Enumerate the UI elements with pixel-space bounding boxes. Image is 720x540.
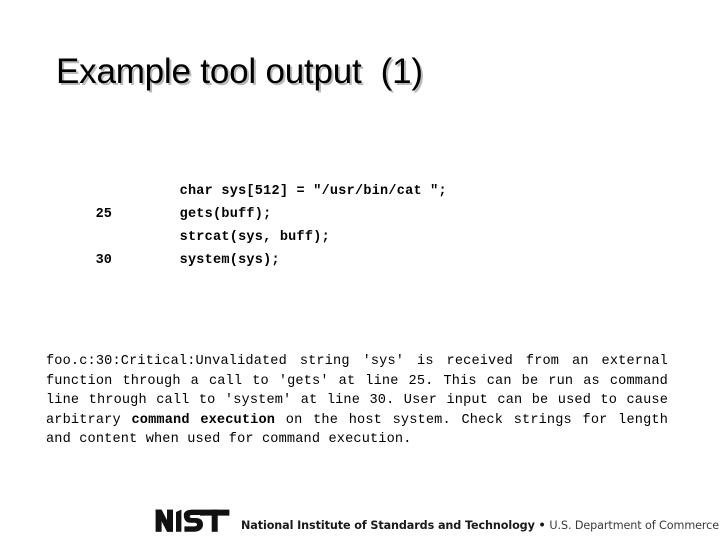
slide-footer: National Institute of Standards and Tech… bbox=[0, 500, 720, 540]
nist-logo-lockup: National Institute of Standards and Tech… bbox=[155, 503, 719, 533]
code-line-text: strcat(sys, buff); bbox=[179, 230, 330, 245]
code-listing: char sys[512] = "/usr/bin/cat "; 25 gets(… bbox=[47, 157, 667, 268]
footer-organization: National Institute of Standards and Tech… bbox=[241, 519, 535, 532]
code-line-text: system(sys); bbox=[179, 253, 280, 268]
code-line-number: 25 bbox=[95, 207, 112, 222]
presentation-slide: Example tool output (1) char sys[512] = … bbox=[0, 0, 720, 540]
message-emphasis: command execution bbox=[131, 412, 276, 428]
footer-separator: • bbox=[534, 519, 550, 532]
footer-tagline: National Institute of Standards and Tech… bbox=[241, 519, 719, 532]
slide-title: Example tool output (1) bbox=[56, 52, 423, 91]
tool-output-message: foo.c:30:Critical:Unvalidated string 'sy… bbox=[46, 352, 668, 450]
nist-logo-icon bbox=[155, 509, 230, 532]
code-line: char sys[512] = "/usr/bin/cat "; bbox=[47, 157, 667, 199]
footer-department: U.S. Department of Commerce bbox=[549, 519, 719, 532]
code-line-text: gets(buff); bbox=[179, 207, 272, 222]
code-line-number: 30 bbox=[95, 253, 112, 268]
code-line-text: char sys[512] = "/usr/bin/cat "; bbox=[179, 184, 447, 199]
